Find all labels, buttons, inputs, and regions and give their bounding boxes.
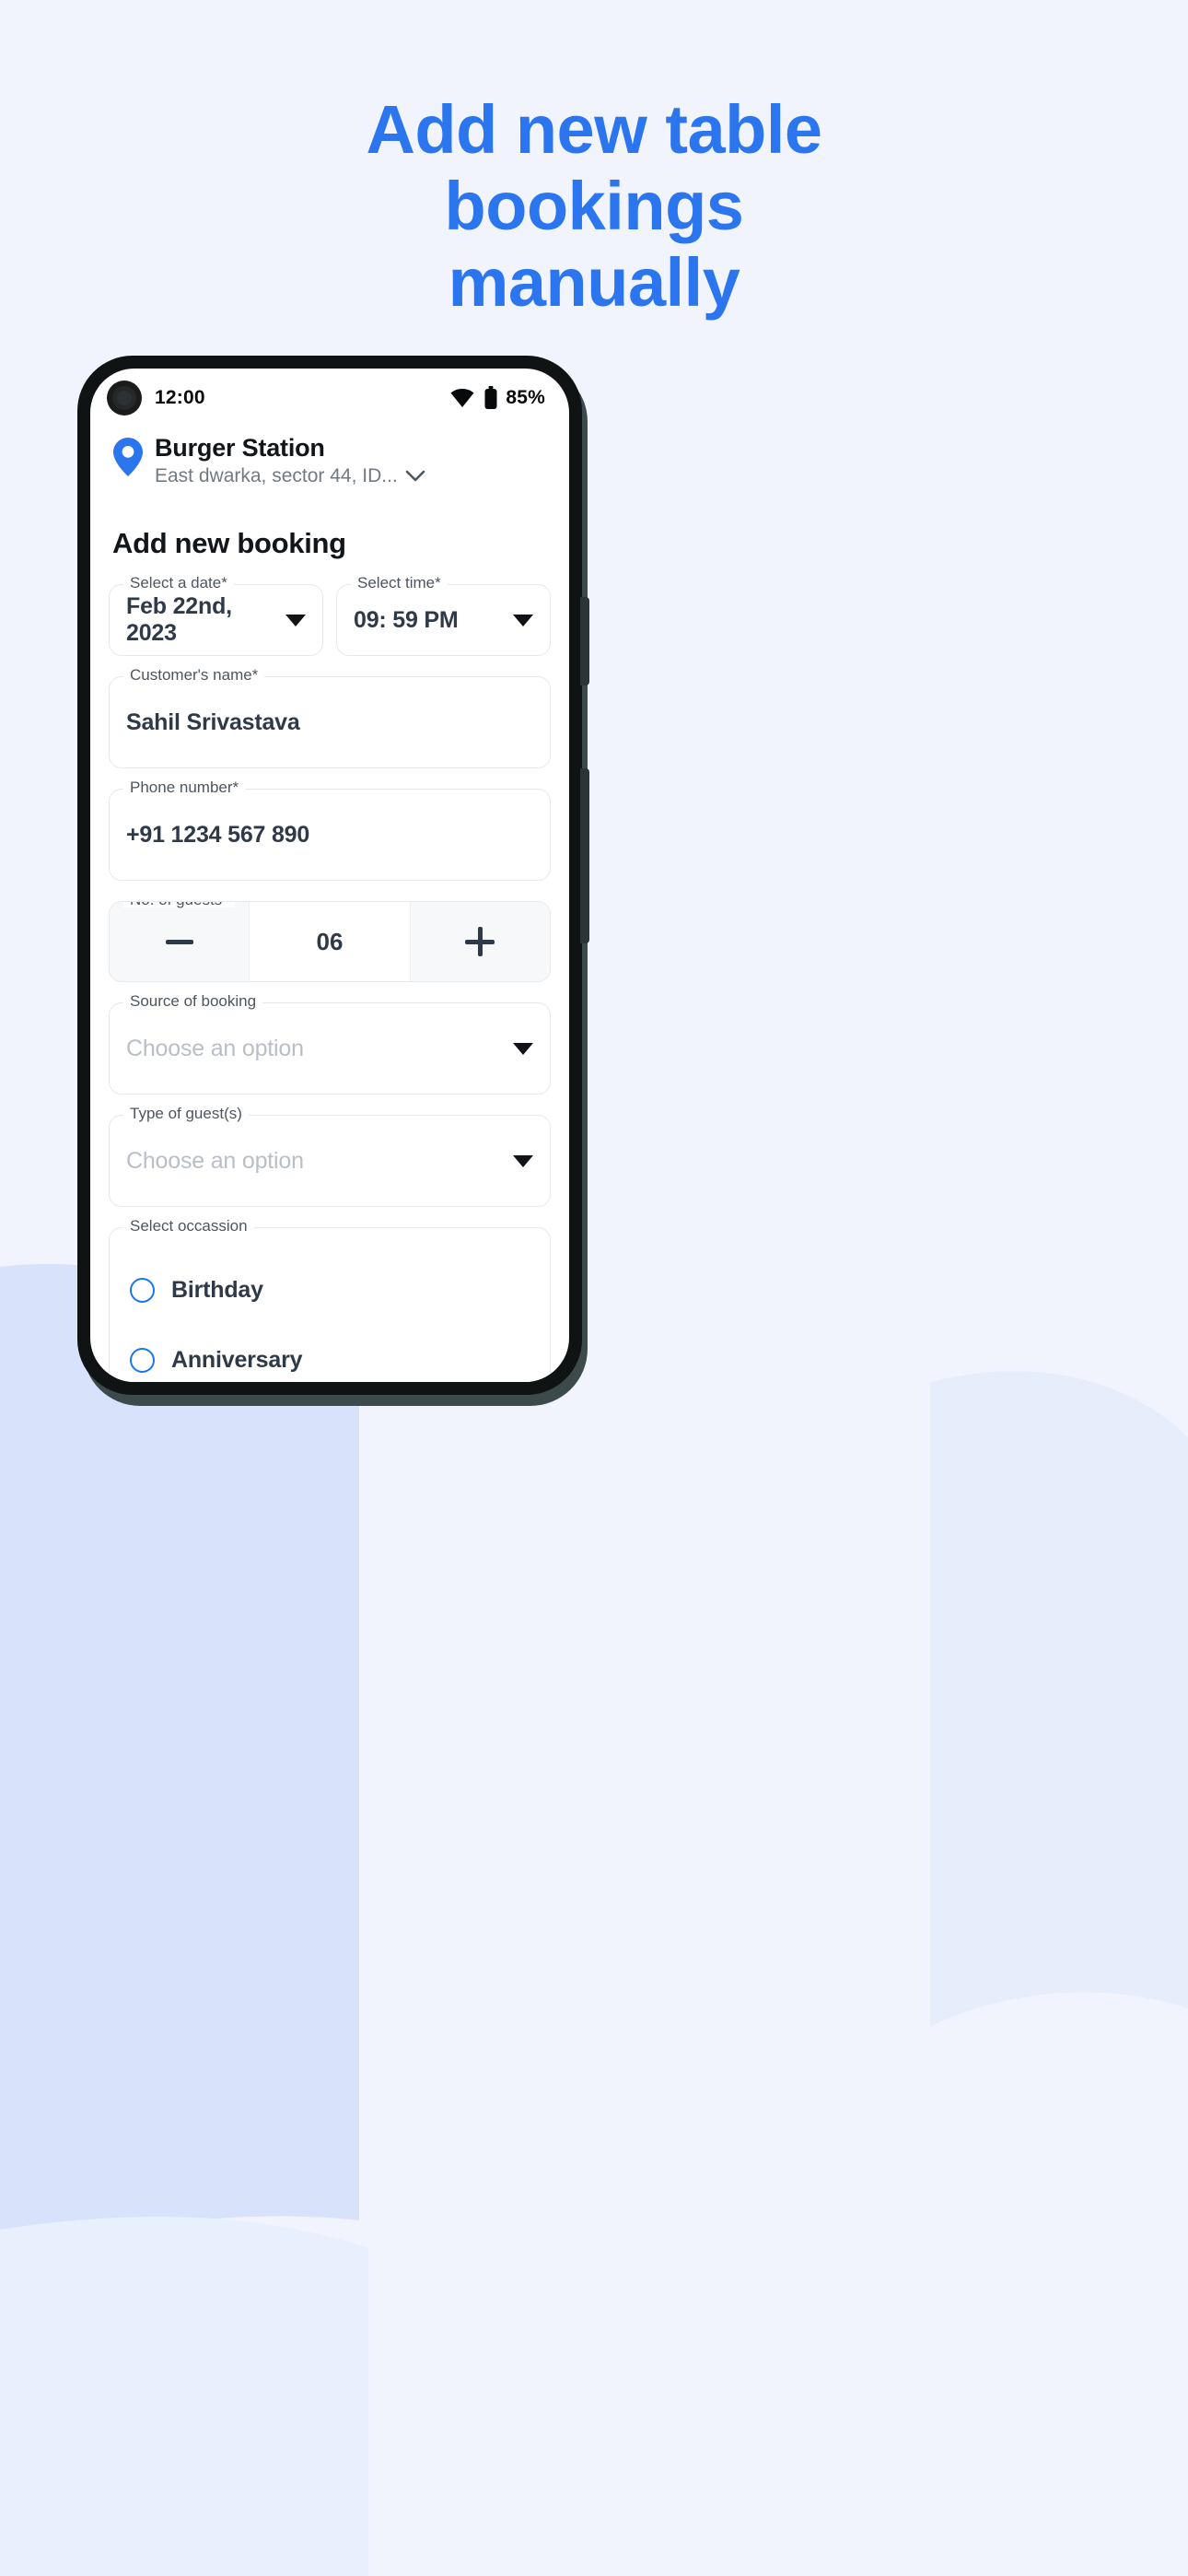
occasion-label-anniversary: Anniversary xyxy=(171,1346,303,1373)
location-pin-icon xyxy=(113,438,143,476)
chevron-down-icon[interactable] xyxy=(405,470,425,483)
radio-icon[interactable] xyxy=(130,1347,155,1373)
guests-value: 06 xyxy=(249,902,411,982)
select-time-value: 09: 59 PM xyxy=(354,606,459,633)
select-time-label: Select time* xyxy=(351,575,448,591)
phone-frame: 12:00 85% Burger Station East dwarka, se… xyxy=(77,356,589,1395)
select-date-label: Select a date* xyxy=(123,575,234,591)
customer-name-label: Customer's name* xyxy=(123,667,265,684)
source-of-booking-placeholder: Choose an option xyxy=(126,1035,304,1061)
source-of-booking-dropdown[interactable]: Source of booking Choose an option xyxy=(109,993,551,1095)
source-of-booking-label: Source of booking xyxy=(123,993,263,1010)
phone-screen: 12:00 85% Burger Station East dwarka, se… xyxy=(90,369,569,1382)
caret-down-icon[interactable] xyxy=(513,614,533,626)
caret-down-icon[interactable] xyxy=(285,614,306,626)
guests-decrement-button[interactable] xyxy=(110,902,250,982)
status-indicators: 85% xyxy=(448,386,545,410)
date-time-row: Select a date* Feb 22nd, 2023 Select tim… xyxy=(109,575,551,676)
restaurant-name: Burger Station xyxy=(155,434,325,462)
select-occasion-label: Select occassion xyxy=(123,1218,254,1235)
type-of-guests-placeholder: Choose an option xyxy=(126,1147,304,1174)
phone-number-field[interactable]: Phone number* +91 1234 567 890 xyxy=(109,779,551,882)
customer-name-value: Sahil Srivastava xyxy=(126,708,300,735)
minus-icon xyxy=(165,939,193,944)
phone-power-button[interactable] xyxy=(580,597,589,685)
restaurant-header[interactable]: Burger Station East dwarka, sector 44, I… xyxy=(90,427,569,488)
headline-line-1: Add new table xyxy=(366,91,822,168)
phone-number-value: +91 1234 567 890 xyxy=(126,821,310,848)
guests-increment-button[interactable] xyxy=(410,902,550,982)
phone-number-label: Phone number* xyxy=(123,779,246,796)
radio-icon[interactable] xyxy=(130,1277,155,1303)
guests-label: No. of guests* xyxy=(123,902,235,908)
headline-line-3: manually xyxy=(448,243,740,321)
select-date-field[interactable]: Select a date* Feb 22nd, 2023 xyxy=(109,575,323,657)
restaurant-address-row[interactable]: East dwarka, sector 44, ID... xyxy=(155,463,425,488)
select-date-value: Feb 22nd, 2023 xyxy=(126,593,232,647)
guests-stepper: No. of guests* 06 xyxy=(109,901,551,983)
headline-line-2: bookings xyxy=(444,167,744,244)
front-camera-punch-hole-icon xyxy=(107,381,142,416)
select-occasion-group: Select occassion Birthday Anniversary Da… xyxy=(109,1218,551,1382)
status-time: 12:00 xyxy=(155,387,205,408)
phone-mockup: 12:00 85% Burger Station East dwarka, se… xyxy=(77,356,593,1406)
page-headline: Add new table bookings manually xyxy=(0,91,1188,322)
occasion-label-birthday: Birthday xyxy=(171,1276,263,1303)
battery-percentage: 85% xyxy=(506,387,545,408)
wifi-icon xyxy=(450,389,474,407)
customer-name-field[interactable]: Customer's name* Sahil Srivastava xyxy=(109,667,551,769)
type-of-guests-dropdown[interactable]: Type of guest(s) Choose an option xyxy=(109,1106,551,1208)
phone-volume-button[interactable] xyxy=(580,768,589,943)
type-of-guests-label: Type of guest(s) xyxy=(123,1106,249,1122)
restaurant-address: East dwarka, sector 44, ID... xyxy=(155,464,398,486)
status-bar: 12:00 85% xyxy=(90,369,569,427)
page-title: Add new booking xyxy=(112,527,346,560)
booking-form: Select a date* Feb 22nd, 2023 Select tim… xyxy=(90,560,569,1382)
caret-down-icon[interactable] xyxy=(513,1154,533,1167)
restaurant-info: Burger Station East dwarka, sector 44, I… xyxy=(155,433,425,488)
select-time-field[interactable]: Select time* 09: 59 PM xyxy=(336,575,551,657)
caret-down-icon[interactable] xyxy=(513,1042,533,1055)
plus-icon xyxy=(465,927,495,957)
occasion-option-birthday[interactable]: Birthday xyxy=(130,1259,530,1320)
battery-icon xyxy=(484,386,497,409)
occasion-option-anniversary[interactable]: Anniversary xyxy=(130,1329,530,1382)
